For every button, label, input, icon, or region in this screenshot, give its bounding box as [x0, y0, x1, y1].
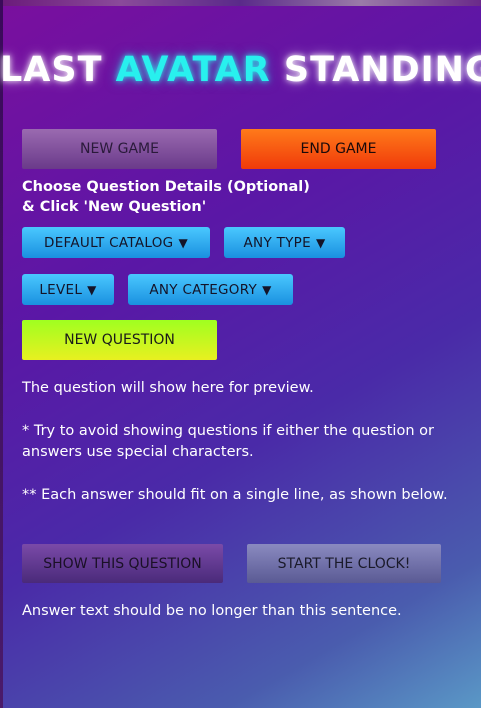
- instructions-line-1: Choose Question Details (Optional): [22, 179, 310, 195]
- new-question-button[interactable]: NEW QUESTION: [22, 320, 217, 360]
- top-border: [0, 0, 481, 6]
- question-preview-placeholder: The question will show here for preview.: [22, 380, 314, 396]
- catalog-dropdown-label: DEFAULT CATALOG: [44, 234, 174, 251]
- title-word-standing: STANDING: [283, 50, 481, 90]
- start-clock-button[interactable]: START THE CLOCK!: [247, 544, 441, 583]
- title-word-avatar: AVATAR: [115, 50, 271, 90]
- level-dropdown-label: LEVEL: [39, 281, 83, 298]
- chevron-down-icon: ▼: [315, 235, 326, 250]
- question-instructions: Choose Question Details (Optional) & Cli…: [22, 177, 442, 217]
- catalog-dropdown[interactable]: DEFAULT CATALOG ▼: [22, 227, 210, 258]
- chevron-down-icon: ▼: [262, 282, 272, 297]
- type-dropdown-label: ANY TYPE: [243, 234, 311, 251]
- category-dropdown-label: ANY CATEGORY: [149, 281, 258, 298]
- single-line-note: ** Each answer should fit on a single li…: [22, 487, 448, 503]
- special-characters-note: * Try to avoid showing questions if eith…: [22, 423, 434, 460]
- new-game-button[interactable]: NEW GAME: [22, 129, 217, 169]
- left-border: [0, 0, 3, 708]
- title-word-last: LAST: [0, 50, 103, 90]
- level-dropdown[interactable]: LEVEL ▼: [22, 274, 114, 305]
- game-title: LAST AVATAR STANDING: [0, 50, 481, 90]
- show-question-button[interactable]: SHOW THIS QUESTION: [22, 544, 223, 583]
- category-dropdown[interactable]: ANY CATEGORY ▼: [128, 274, 293, 305]
- instructions-line-2: & Click 'New Question': [22, 199, 207, 215]
- answer-length-sample: Answer text should be no longer than thi…: [22, 603, 402, 619]
- end-game-button[interactable]: END GAME: [241, 129, 436, 169]
- chevron-down-icon: ▼: [178, 235, 188, 250]
- type-dropdown[interactable]: ANY TYPE ▼: [224, 227, 345, 258]
- chevron-down-icon: ▼: [87, 282, 97, 297]
